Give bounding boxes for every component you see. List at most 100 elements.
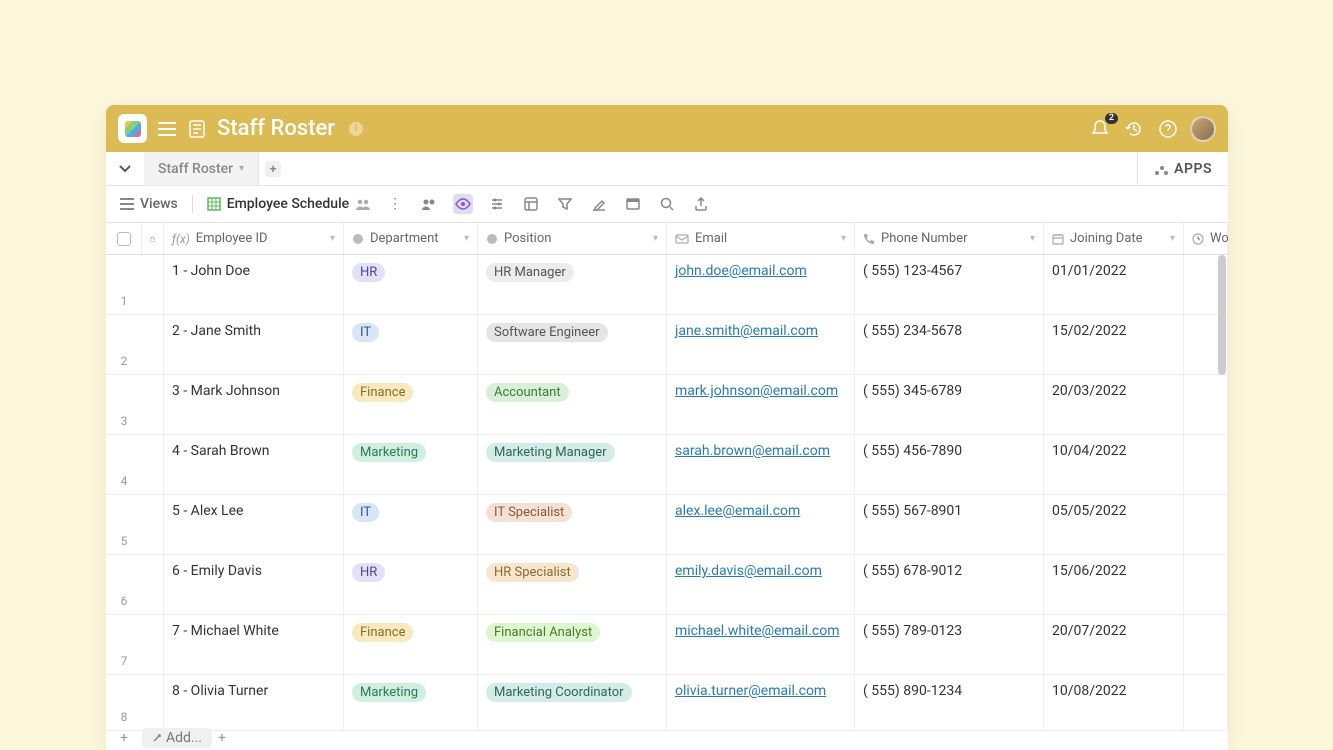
cell-position[interactable]: HR Specialist: [478, 555, 667, 614]
info-icon[interactable]: i: [349, 122, 363, 136]
filter-icon[interactable]: [555, 194, 575, 214]
fields-icon[interactable]: [521, 194, 541, 214]
cell-email[interactable]: jane.smith@email.com: [667, 315, 855, 374]
color-icon[interactable]: [589, 194, 609, 214]
divider: [192, 195, 193, 213]
cell-date[interactable]: 15/02/2022: [1044, 315, 1184, 374]
share-icon[interactable]: [419, 194, 439, 214]
select-all-checkbox[interactable]: [106, 223, 142, 254]
cell-employee-id[interactable]: 1 - John Doe: [164, 255, 344, 314]
cell-position[interactable]: Accountant: [478, 375, 667, 434]
cell-department[interactable]: Marketing: [344, 435, 478, 494]
cell-position[interactable]: Marketing Coordinator: [478, 675, 667, 730]
user-avatar[interactable]: [1190, 116, 1216, 142]
add-tab-button[interactable]: +: [259, 152, 287, 185]
cell-employee-id[interactable]: 2 - Jane Smith: [164, 315, 344, 374]
more-icon[interactable]: ⋮: [385, 194, 405, 214]
chevron-down-icon[interactable]: ▾: [464, 233, 469, 244]
cell-email[interactable]: olivia.turner@email.com: [667, 675, 855, 730]
col-position[interactable]: Position ▾: [478, 223, 667, 254]
cell-phone[interactable]: ( 555) 123-4567: [855, 255, 1044, 314]
cell-employee-id[interactable]: 7 - Michael White: [164, 615, 344, 674]
table-row[interactable]: 44 - Sarah BrownMarketingMarketing Manag…: [106, 435, 1228, 495]
cell-date[interactable]: 05/05/2022: [1044, 495, 1184, 554]
cell-email[interactable]: emily.davis@email.com: [667, 555, 855, 614]
cell-department[interactable]: Finance: [344, 615, 478, 674]
table-row[interactable]: 22 - Jane SmithITSoftware Engineerjane.s…: [106, 315, 1228, 375]
cell-phone[interactable]: ( 555) 456-7890: [855, 435, 1044, 494]
table-row[interactable]: 11 - John DoeHRHR Managerjohn.doe@email.…: [106, 255, 1228, 315]
notifications-icon[interactable]: 2: [1088, 117, 1112, 141]
table-row[interactable]: 66 - Emily DavisHRHR Specialistemily.dav…: [106, 555, 1228, 615]
card-icon[interactable]: [623, 194, 643, 214]
chevron-down-icon[interactable]: ▾: [1170, 233, 1175, 244]
app-logo[interactable]: [118, 114, 147, 143]
cell-employee-id[interactable]: 5 - Alex Lee: [164, 495, 344, 554]
cell-phone[interactable]: ( 555) 678-9012: [855, 555, 1044, 614]
cell-position[interactable]: HR Manager: [478, 255, 667, 314]
history-icon[interactable]: [1122, 117, 1146, 141]
export-icon[interactable]: [691, 194, 711, 214]
cell-employee-id[interactable]: 4 - Sarah Brown: [164, 435, 344, 494]
cell-position[interactable]: Financial Analyst: [478, 615, 667, 674]
cell-email[interactable]: mark.johnson@email.com: [667, 375, 855, 434]
cell-department[interactable]: Finance: [344, 375, 478, 434]
eye-icon[interactable]: [453, 194, 473, 214]
cell-date[interactable]: 15/06/2022: [1044, 555, 1184, 614]
cell-email[interactable]: michael.white@email.com: [667, 615, 855, 674]
col-email[interactable]: Email ▾: [667, 223, 855, 254]
menu-icon[interactable]: [157, 119, 177, 139]
cell-position[interactable]: Software Engineer: [478, 315, 667, 374]
col-employee-id[interactable]: ƒ(x) Employee ID ▾: [164, 223, 344, 254]
add-row-button[interactable]: Add...: [142, 728, 212, 748]
sliders-icon[interactable]: [487, 194, 507, 214]
table-row[interactable]: 88 - Olivia TurnerMarketingMarketing Coo…: [106, 675, 1228, 731]
tab-staff-roster[interactable]: Staff Roster ▾: [144, 152, 259, 185]
cell-date[interactable]: 20/07/2022: [1044, 615, 1184, 674]
sheets-dropdown[interactable]: [106, 152, 144, 185]
views-button[interactable]: Views: [120, 196, 178, 212]
chevron-down-icon[interactable]: ▾: [841, 233, 846, 244]
view-name[interactable]: Employee Schedule: [207, 196, 371, 212]
cell-department[interactable]: HR: [344, 555, 478, 614]
col-partial[interactable]: Wo: [1184, 223, 1228, 254]
cell-phone[interactable]: ( 555) 890-1234: [855, 675, 1044, 730]
cell-email[interactable]: alex.lee@email.com: [667, 495, 855, 554]
help-icon[interactable]: [1156, 117, 1180, 141]
chevron-down-icon[interactable]: ▾: [653, 233, 658, 244]
cell-position[interactable]: Marketing Manager: [478, 435, 667, 494]
cell-position[interactable]: IT Specialist: [478, 495, 667, 554]
table-row[interactable]: 33 - Mark JohnsonFinanceAccountantmark.j…: [106, 375, 1228, 435]
cell-date[interactable]: 20/03/2022: [1044, 375, 1184, 434]
add-row-plus[interactable]: +: [106, 730, 142, 746]
chevron-down-icon[interactable]: ▾: [330, 233, 335, 244]
vertical-scrollbar[interactable]: [1218, 255, 1226, 750]
cell-employee-id[interactable]: 3 - Mark Johnson: [164, 375, 344, 434]
table-row[interactable]: 55 - Alex LeeITIT Specialistalex.lee@ema…: [106, 495, 1228, 555]
cell-date[interactable]: 01/01/2022: [1044, 255, 1184, 314]
col-phone[interactable]: Phone Number ▾: [855, 223, 1044, 254]
cell-email[interactable]: john.doe@email.com: [667, 255, 855, 314]
cell-department[interactable]: HR: [344, 255, 478, 314]
chevron-down-icon[interactable]: ▾: [1030, 233, 1035, 244]
cell-phone[interactable]: ( 555) 234-5678: [855, 315, 1044, 374]
col-department[interactable]: Department ▾: [344, 223, 478, 254]
cell-department[interactable]: IT: [344, 315, 478, 374]
cell-date[interactable]: 10/08/2022: [1044, 675, 1184, 730]
table-row[interactable]: 77 - Michael WhiteFinanceFinancial Analy…: [106, 615, 1228, 675]
search-icon[interactable]: [657, 194, 677, 214]
cell-date[interactable]: 10/04/2022: [1044, 435, 1184, 494]
col-joining-date[interactable]: Joining Date ▾: [1044, 223, 1184, 254]
cell-employee-id[interactable]: 6 - Emily Davis: [164, 555, 344, 614]
cell-department[interactable]: IT: [344, 495, 478, 554]
cell-phone[interactable]: ( 555) 345-6789: [855, 375, 1044, 434]
cell-phone[interactable]: ( 555) 567-8901: [855, 495, 1044, 554]
formula-icon: ƒ(x): [172, 232, 190, 246]
cell-department[interactable]: Marketing: [344, 675, 478, 730]
cell-email[interactable]: sarah.brown@email.com: [667, 435, 855, 494]
document-title[interactable]: Staff Roster: [217, 116, 335, 141]
cell-employee-id[interactable]: 8 - Olivia Turner: [164, 675, 344, 730]
add-column-plus[interactable]: +: [218, 730, 226, 746]
cell-phone[interactable]: ( 555) 789-0123: [855, 615, 1044, 674]
apps-button[interactable]: APPS: [1137, 152, 1228, 185]
